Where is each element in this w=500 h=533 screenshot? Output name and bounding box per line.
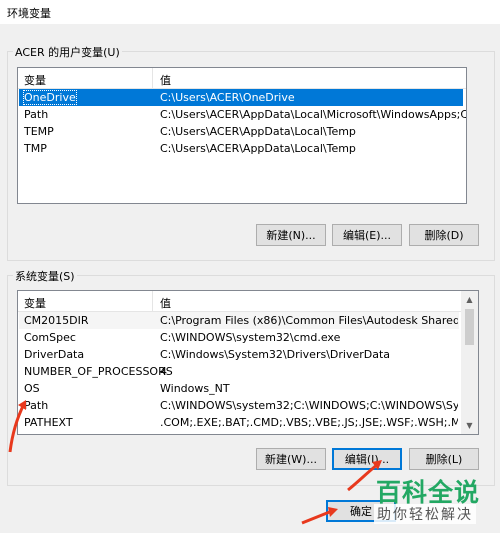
user-variables-list[interactable]: 变量 值 OneDrive C:\Users\ACER\OneDrive Pat… [17, 67, 467, 204]
system-variables-label: 系统变量(S) [13, 268, 77, 284]
variable-name: OS [24, 382, 40, 395]
system-new-button[interactable]: 新建(W)... [256, 448, 326, 470]
variable-value: C:\Users\ACER\AppData\Local\Temp [160, 125, 356, 138]
column-header-value[interactable]: 值 [160, 72, 171, 88]
title-bar: 环境变量 [0, 0, 500, 24]
variable-value: C:\WINDOWS\system32;C:\WINDOWS;C:\WINDOW… [160, 399, 458, 412]
table-row[interactable]: PATHEXT .COM;.EXE;.BAT;.CMD;.VBS;.VBE;.J… [19, 414, 459, 431]
variable-name: DriverData [24, 348, 85, 361]
table-row[interactable]: Path C:\WINDOWS\system32;C:\WINDOWS;C:\W… [19, 397, 459, 414]
table-row[interactable]: DriverData C:\Windows\System32\Drivers\D… [19, 346, 459, 363]
table-row[interactable]: TMP C:\Users\ACER\AppData\Local\Temp [19, 140, 463, 157]
watermark-logo: 百科全说 助你轻松解决 [364, 470, 500, 533]
variable-value: C:\Windows\System32\Drivers\DriverData [160, 348, 391, 361]
variable-value: C:\Users\ACER\AppData\Local\Microsoft\Wi… [160, 108, 467, 121]
scrollbar-thumb[interactable] [465, 309, 474, 345]
variable-name: NUMBER_OF_PROCESSORS [24, 365, 173, 378]
table-row[interactable]: TEMP C:\Users\ACER\AppData\Local\Temp [19, 123, 463, 140]
user-list-header: 变量 值 [18, 68, 466, 89]
variable-name: TMP [24, 142, 47, 155]
user-delete-button[interactable]: 删除(D) [409, 224, 479, 246]
system-list-header: 变量 值 [18, 291, 461, 312]
user-new-button[interactable]: 新建(N)... [256, 224, 326, 246]
scroll-up-arrow-icon[interactable]: ▲ [461, 291, 478, 308]
table-row[interactable]: OneDrive C:\Users\ACER\OneDrive [19, 89, 463, 106]
variable-value: C:\Users\ACER\OneDrive [160, 91, 295, 104]
system-variables-list[interactable]: 变量 值 CM2015DIR C:\Program Files (x86)\Co… [17, 290, 479, 435]
window-title: 环境变量 [7, 7, 51, 20]
table-row[interactable]: Path C:\Users\ACER\AppData\Local\Microso… [19, 106, 466, 123]
variable-name: TEMP [24, 125, 54, 138]
user-variables-label: ACER 的用户变量(U) [13, 44, 122, 60]
system-delete-button[interactable]: 删除(L) [409, 448, 479, 470]
table-row[interactable]: OS Windows_NT [19, 380, 459, 397]
variable-name: CM2015DIR [24, 314, 89, 327]
table-row[interactable]: CM2015DIR C:\Program Files (x86)\Common … [19, 312, 459, 329]
column-header-name[interactable]: 变量 [24, 72, 46, 88]
variable-value: C:\WINDOWS\system32\cmd.exe [160, 331, 341, 344]
variable-value: 4 [160, 365, 167, 378]
variable-name: OneDrive [23, 90, 77, 105]
scroll-down-arrow-icon[interactable]: ▼ [461, 417, 478, 434]
vertical-scrollbar[interactable]: ▲ ▼ [461, 291, 478, 434]
variable-name: Path [24, 108, 49, 121]
variable-value: C:\Program Files (x86)\Common Files\Auto… [160, 314, 458, 327]
variable-value: C:\Users\ACER\AppData\Local\Temp [160, 142, 356, 155]
annotation-arrow-icon [8, 400, 26, 453]
variable-value: Windows_NT [160, 382, 230, 395]
variable-value: .COM;.EXE;.BAT;.CMD;.VBS;.VBE;.JS;.JSE;.… [160, 416, 458, 429]
table-row[interactable]: NUMBER_OF_PROCESSORS 4 [19, 363, 459, 380]
watermark-subtitle: 助你轻松解决 [374, 504, 476, 524]
column-header-name[interactable]: 变量 [24, 295, 46, 311]
user-edit-button[interactable]: 编辑(E)... [332, 224, 402, 246]
variable-name: PATHEXT [24, 416, 73, 429]
column-header-value[interactable]: 值 [160, 295, 171, 311]
annotation-arrow-icon [301, 507, 338, 525]
column-separator[interactable] [152, 68, 153, 88]
column-separator[interactable] [152, 291, 153, 311]
table-row[interactable]: ComSpec C:\WINDOWS\system32\cmd.exe [19, 329, 459, 346]
variable-name: ComSpec [24, 331, 76, 344]
